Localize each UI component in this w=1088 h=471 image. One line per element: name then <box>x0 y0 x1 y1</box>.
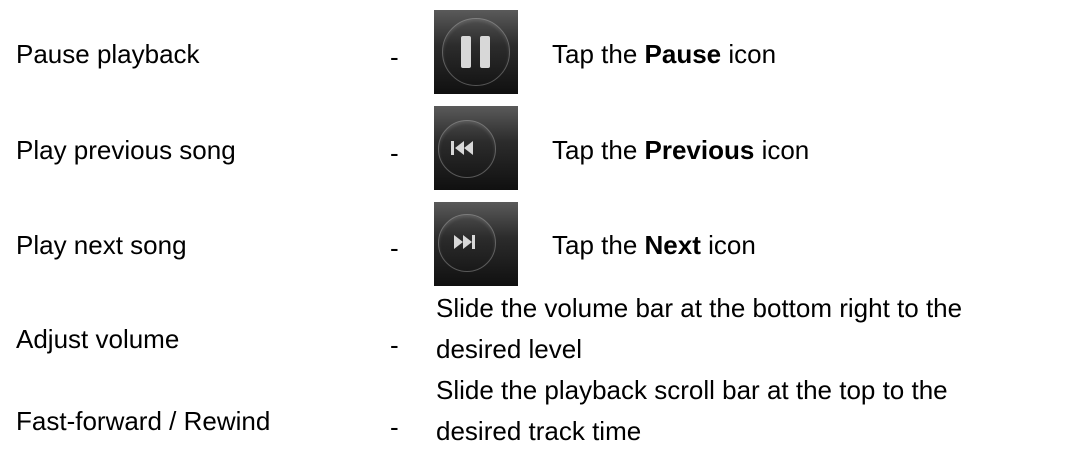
next-icon <box>434 202 518 286</box>
previous-icon <box>434 106 518 190</box>
instruction-line: Slide the playback scroll bar at the top… <box>436 375 948 405</box>
instruction-emphasis: Previous <box>644 135 755 165</box>
action-label: Pause playback <box>16 39 200 69</box>
action-label: Play next song <box>16 230 187 260</box>
pause-icon <box>434 10 518 94</box>
dash-separator: - <box>390 233 399 263</box>
dash-separator: - <box>390 138 399 168</box>
instruction-emphasis: Pause <box>644 39 722 69</box>
instruction-text: Tap the Next icon <box>552 230 756 260</box>
dash-separator: - <box>390 330 399 360</box>
instruction-text: Slide the playback scroll bar at the top… <box>436 370 948 452</box>
instruction-text: Slide the volume bar at the bottom right… <box>436 288 962 370</box>
action-label: Adjust volume <box>16 324 180 354</box>
instruction-line: desired level <box>436 334 582 364</box>
action-label: Fast-forward / Rewind <box>16 406 271 436</box>
instruction-text: Tap the Previous icon <box>552 135 810 165</box>
instruction-text: Tap the Pause icon <box>552 39 777 69</box>
instruction-line: desired track time <box>436 416 642 446</box>
dash-separator: - <box>390 42 399 72</box>
instruction-line: Slide the volume bar at the bottom right… <box>436 293 963 323</box>
dash-separator: - <box>390 412 399 442</box>
action-label: Play previous song <box>16 135 236 165</box>
instruction-emphasis: Next <box>644 230 701 260</box>
